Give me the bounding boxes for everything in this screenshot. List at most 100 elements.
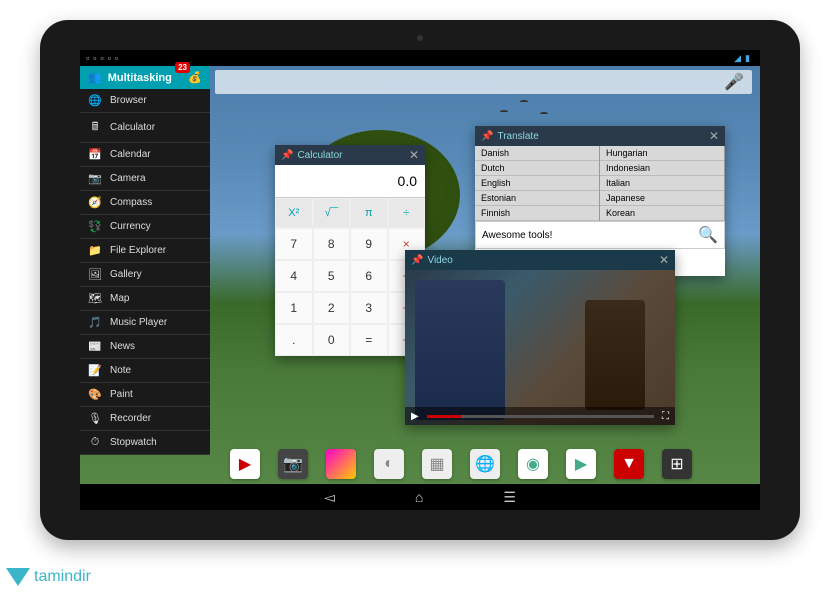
dock-chrome[interactable]: ◉ — [518, 449, 548, 479]
lang-option[interactable]: Italian — [600, 176, 724, 191]
pin-icon[interactable]: 📌 — [281, 150, 293, 161]
sidebar-item-recorder[interactable]: 🎙Recorder — [80, 407, 210, 431]
sidebar-item-paint[interactable]: 🎨Paint — [80, 383, 210, 407]
sidebar-item-label: Map — [110, 293, 129, 304]
notification-badge: 23 — [175, 62, 190, 73]
calc-key-4[interactable]: 4 — [275, 260, 313, 292]
close-icon[interactable]: ✕ — [409, 148, 419, 162]
lang-option[interactable]: Korean — [600, 206, 724, 221]
calculator-window[interactable]: 📌 Calculator ✕ 0.0 X²√‾‾π÷789×456−123+.0… — [275, 145, 425, 356]
sidebar-icon: 🖼 — [88, 268, 102, 281]
sidebar-item-camera[interactable]: 📷Camera — [80, 167, 210, 191]
window-title: Calculator — [297, 150, 342, 161]
sidebar-item-gallery[interactable]: 🖼 Gallery — [80, 263, 210, 287]
sidebar-item-label: Currency — [110, 221, 151, 232]
fullscreen-icon[interactable]: ⛶ — [662, 411, 669, 422]
sidebar-icon: 💱 — [88, 220, 102, 233]
multitasking-icon: 👥 — [88, 71, 102, 84]
video-progress[interactable] — [427, 415, 654, 418]
pin-icon[interactable]: 📌 — [411, 255, 423, 266]
sidebar-item-browser[interactable]: 🌐 Browser — [80, 89, 210, 113]
home-button[interactable]: ⌂ — [415, 489, 423, 505]
lang-option[interactable]: Dutch — [475, 161, 599, 176]
calc-key-0[interactable]: 0 — [313, 324, 351, 356]
close-icon[interactable]: ✕ — [659, 253, 669, 267]
sidebar-item-label: Note — [110, 365, 131, 376]
translate-titlebar[interactable]: 📌 Translate ✕ — [475, 126, 725, 146]
search-mic-icon[interactable]: 🎤 — [724, 72, 744, 92]
lang-option[interactable]: Estonian — [475, 191, 599, 206]
sidebar-item-map[interactable]: 🗺Map — [80, 287, 210, 311]
search-bar[interactable]: 🎤 — [215, 70, 752, 94]
status-icon: ▫ — [108, 53, 111, 63]
calc-key-√‾‾[interactable]: √‾‾ — [313, 198, 351, 228]
calc-key-.[interactable]: . — [275, 324, 313, 356]
calc-key-π[interactable]: π — [350, 198, 388, 228]
sidebar-item-label: Recorder — [110, 413, 151, 424]
calc-key-3[interactable]: 3 — [350, 292, 388, 324]
sidebar-icon: 🌐 — [88, 94, 102, 107]
calc-key-9[interactable]: 9 — [350, 228, 388, 260]
video-window[interactable]: 📌 Video ✕ ▶ ⛶ — [405, 250, 675, 425]
sidebar-item-stopwatch[interactable]: ⏱Stopwatch — [80, 431, 210, 455]
watermark-text: tamindir — [34, 568, 91, 586]
dock-youtube[interactable]: ▶ — [230, 449, 260, 479]
dock-apps[interactable]: ⊞ — [662, 449, 692, 479]
calc-key-÷[interactable]: ÷ — [388, 198, 426, 228]
search-icon[interactable]: 🔍 — [692, 222, 724, 248]
sidebar-item-news[interactable]: 📰News — [80, 335, 210, 359]
calc-key-X²[interactable]: X² — [275, 198, 313, 228]
lang-option[interactable]: English — [475, 176, 599, 191]
calc-key-=[interactable]: = — [350, 324, 388, 356]
video-content[interactable]: ▶ ⛶ — [405, 270, 675, 425]
sidebar-icon: 🎵 — [88, 316, 102, 329]
sidebar-icon: 📅 — [88, 148, 102, 161]
calc-key-1[interactable]: 1 — [275, 292, 313, 324]
sidebar-item-label: Browser — [110, 95, 147, 106]
lang-option[interactable]: Hungarian — [600, 146, 724, 161]
dock-play[interactable]: ▶ — [566, 449, 596, 479]
dock-app1[interactable]: ◐ — [374, 449, 404, 479]
sidebar-item-calendar[interactable]: 📅Calendar — [80, 143, 210, 167]
video-titlebar[interactable]: 📌 Video ✕ — [405, 250, 675, 270]
close-icon[interactable]: ✕ — [709, 129, 719, 143]
sidebar-item-music-player[interactable]: 🎵Music Player — [80, 311, 210, 335]
sidebar-icon: 📝 — [88, 364, 102, 377]
calc-key-5[interactable]: 5 — [313, 260, 351, 292]
sidebar-icon: 📰 — [88, 340, 102, 353]
sidebar-item-label: Paint — [110, 389, 133, 400]
sidebar-item-currency[interactable]: 💱 Currency — [80, 215, 210, 239]
calc-key-8[interactable]: 8 — [313, 228, 351, 260]
dock-browser[interactable]: 🌐 — [470, 449, 500, 479]
sidebar-item-file-explorer[interactable]: 📁File Explorer — [80, 239, 210, 263]
status-icon: ▫ — [115, 53, 118, 63]
calculator-titlebar[interactable]: 📌 Calculator ✕ — [275, 145, 425, 165]
sidebar-item-label: Camera — [110, 173, 146, 184]
dock-vpn[interactable]: ▼ — [614, 449, 644, 479]
sidebar-item-note[interactable]: 📝 Note — [80, 359, 210, 383]
money-bag-icon[interactable]: 💰 — [188, 71, 202, 84]
sidebar-header[interactable]: 👥 Multitasking 23 💰 — [80, 66, 210, 89]
lang-option[interactable]: Danish — [475, 146, 599, 161]
translate-input[interactable] — [476, 222, 692, 248]
dock-camera[interactable]: 📷 — [278, 449, 308, 479]
video-figure — [585, 300, 645, 410]
back-button[interactable]: ◅ — [324, 489, 335, 506]
dock-gallery[interactable] — [326, 449, 356, 479]
sidebar-item-compass[interactable]: 🧭Compass — [80, 191, 210, 215]
calc-key-2[interactable]: 2 — [313, 292, 351, 324]
recent-button[interactable]: ☰ — [503, 489, 516, 506]
sidebar-item-calculator[interactable]: 🖩Calculator — [80, 113, 210, 143]
lang-option[interactable]: Japanese — [600, 191, 724, 206]
video-figure — [415, 280, 505, 420]
play-icon[interactable]: ▶ — [411, 411, 419, 422]
calc-key-7[interactable]: 7 — [275, 228, 313, 260]
wallpaper-bird — [500, 110, 508, 113]
lang-option[interactable]: Finnish — [475, 206, 599, 221]
lang-option[interactable]: Indonesian — [600, 161, 724, 176]
dock-app2[interactable]: ▦ — [422, 449, 452, 479]
sidebar-item-label: Gallery — [110, 269, 142, 280]
sidebar-icon: ⏱ — [88, 436, 102, 449]
pin-icon[interactable]: 📌 — [481, 131, 493, 142]
calc-key-6[interactable]: 6 — [350, 260, 388, 292]
